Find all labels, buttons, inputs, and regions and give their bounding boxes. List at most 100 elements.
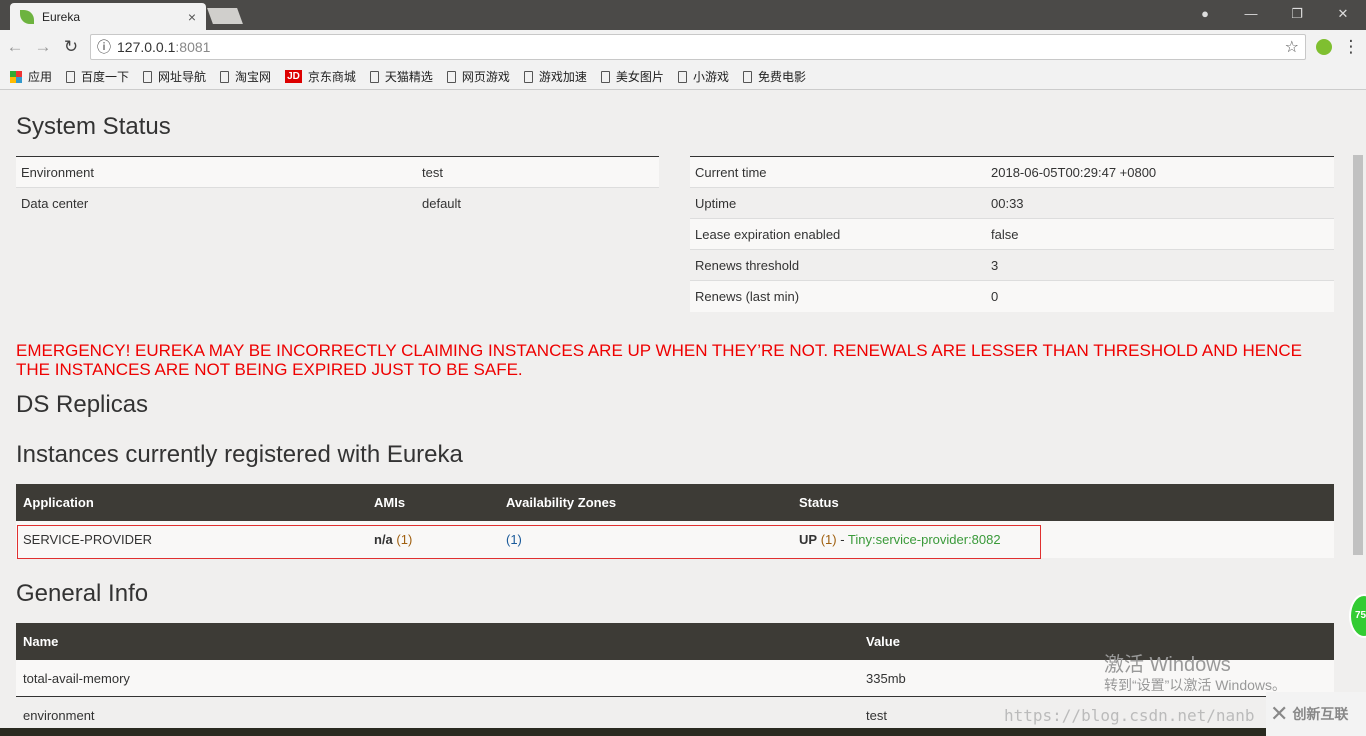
value: 0 [991,289,999,304]
spring-leaf-icon [20,9,34,24]
scrollbar-thumb[interactable] [1353,155,1363,555]
page-icon [742,70,752,83]
bookmark[interactable]: 游戏加速 [523,68,587,85]
url-host: 127.0.0.1 [117,39,176,55]
logo-icon: ✕ [1270,701,1289,726]
page-icon [143,70,153,83]
page-icon [369,70,379,83]
bookmark[interactable]: 百度一下 [66,68,129,85]
header-amis: AMIs [374,495,406,510]
bookmark-label: 网址导航 [158,70,207,84]
bookmark[interactable]: 淘宝网 [220,68,271,85]
bookmark[interactable]: JD 京东商城 [285,68,356,85]
taskbar-strip [0,728,1266,736]
jd-icon: JD [285,70,302,83]
table-header: Application AMIs Availability Zones Status [16,484,1334,521]
page-icon [677,70,687,83]
system-status-right-table: Current time 2018-06-05T00:29:47 +0800 Up… [690,156,1334,312]
extension-icon[interactable] [1316,39,1332,55]
address-bar[interactable]: ⓘ 127.0.0.1:8081 ☆ [90,34,1306,60]
info-icon: ⓘ [97,39,111,55]
tab-eureka[interactable]: Eureka × [10,3,206,30]
bookmark-label: 小游戏 [692,70,729,84]
key: Renews (last min) [695,289,800,304]
bookmark-label: 免费电影 [757,70,806,84]
table-row: Uptime 00:33 [690,188,1334,219]
header-status: Status [799,495,839,510]
windows-activation-hint: 转到“设置”以激活 Windows。 [1104,677,1287,693]
bookmark-label: 百度一下 [81,70,130,84]
reload-icon[interactable]: ↻ [62,37,80,57]
logo-text: 创新互联 [1292,706,1349,722]
bookmarks-bar: 应用 百度一下 网址导航 淘宝网 JD 京东商城 天猫精选 网页游戏 游戏加速 美… [0,64,1366,90]
instances-title: Instances currently registered with Eure… [16,441,463,468]
table-row: Environment test [16,157,659,188]
windows-activation-watermark: 激活 Windows [1104,654,1231,676]
profile-icon[interactable]: ● [1182,0,1228,28]
title-bar: Eureka × ● — ❐ ✕ [0,0,1366,30]
page-icon [600,70,610,83]
bookmark-label: 美女图片 [615,70,664,84]
bookmark-label: 京东商城 [307,70,356,84]
url-port: :8081 [175,39,211,55]
table-row: Renews threshold 3 [690,250,1334,281]
page-icon [66,70,76,83]
name: total-avail-memory [23,670,130,686]
emergency-warning: EMERGENCY! EUREKA MAY BE INCORRECTLY CLA… [16,341,1302,379]
bookmark-label: 天猫精选 [384,70,433,84]
value: 2018-06-05T00:29:47 +0800 [991,164,1157,180]
star-icon[interactable]: ☆ [1285,37,1299,57]
bookmark-label: 网页游戏 [461,70,510,84]
nav-bar: ← → ↻ ⓘ 127.0.0.1:8081 ☆ ⋮ [0,30,1366,64]
bookmark[interactable]: 网址导航 [143,68,206,85]
close-window-button[interactable]: ✕ [1320,0,1366,28]
value: 3 [991,257,999,273]
scrollbar[interactable] [1350,91,1366,736]
header-name: Name [23,634,59,649]
value: test [866,708,887,723]
key: Current time [695,164,767,180]
key: Uptime [695,195,737,211]
bookmark-label: 应用 [28,70,53,84]
page-icon [446,70,456,83]
csdn-watermark: https://blog.csdn.net/nanb [1004,706,1255,725]
key: Environment [21,164,94,180]
system-status-left-table: Environment test Data center default [16,156,659,219]
page-icon [220,70,230,83]
table-row: Lease expiration enabled false [690,219,1334,250]
new-tab-button[interactable] [207,8,243,24]
table-row: Current time 2018-06-05T00:29:47 +0800 [690,157,1334,188]
value: default [422,196,462,211]
highlight-box [17,525,1041,559]
value: test [422,164,443,180]
header-application: Application [23,495,94,510]
page-content: System Status Environment test Data cente… [0,91,1350,736]
apps-icon [10,70,22,83]
menu-icon[interactable]: ⋮ [1342,37,1360,57]
key: Lease expiration enabled [695,226,841,242]
bookmark-apps[interactable]: 应用 [10,68,52,85]
forward-icon[interactable]: → [34,37,52,57]
back-icon[interactable]: ← [6,37,24,57]
bookmark[interactable]: 网页游戏 [446,68,510,85]
bookmark[interactable]: 美女图片 [600,68,664,85]
bookmark-label: 淘宝网 [235,70,272,84]
bookmark[interactable]: 小游戏 [677,68,729,85]
header-value: Value [866,634,900,649]
tab-title: Eureka [42,9,81,24]
restore-button[interactable]: ❐ [1274,0,1320,28]
page-icon [523,70,533,83]
value: false [991,226,1019,242]
table-row: Renews (last min) 0 [690,281,1334,312]
table-row: Data center default [16,188,659,219]
ds-replicas-title: DS Replicas [16,391,149,418]
key: Renews threshold [695,257,800,273]
bookmark[interactable]: 免费电影 [742,68,806,85]
close-tab-icon[interactable]: × [188,9,196,25]
value: 335mb [866,670,906,686]
chuangxin-logo: ✕ 创新互联 [1266,692,1366,736]
key: Data center [21,196,89,211]
name: environment [23,708,95,723]
bookmark[interactable]: 天猫精选 [369,68,433,85]
minimize-button[interactable]: — [1228,0,1274,28]
